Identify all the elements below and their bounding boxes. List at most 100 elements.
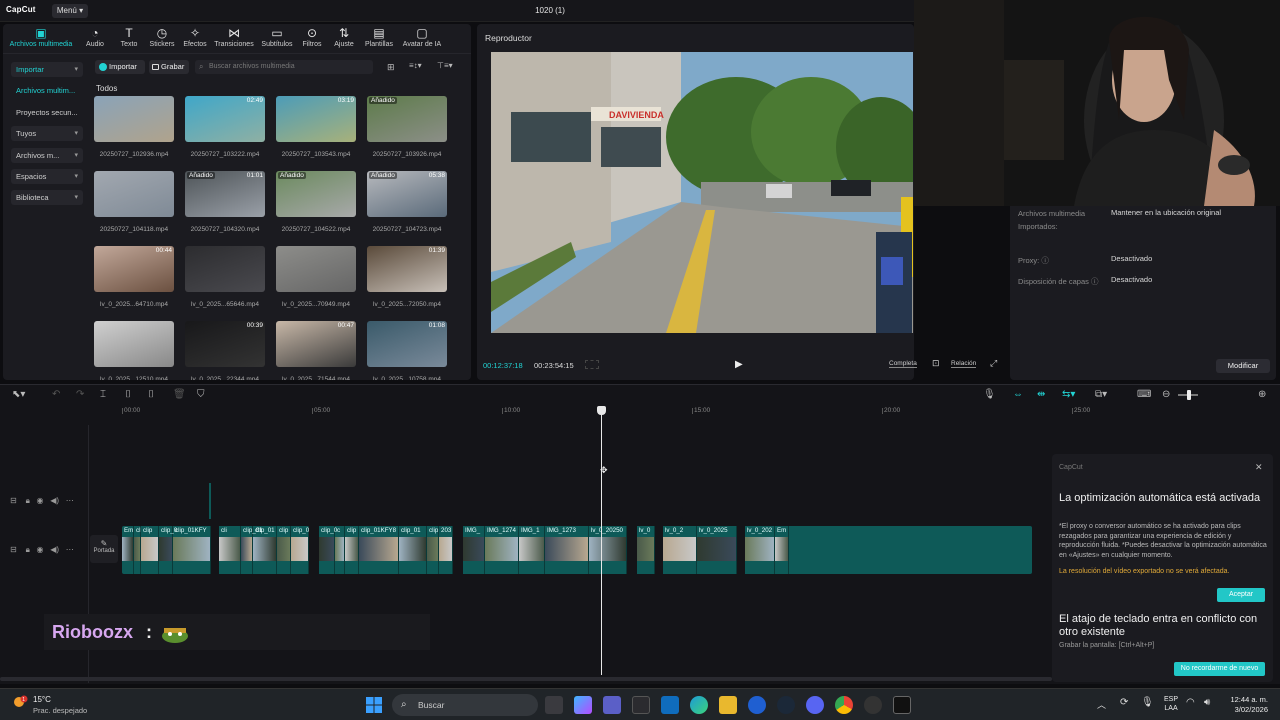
chrome-icon[interactable] [835,696,853,714]
timeline-clip[interactable]: c [335,526,345,574]
windows-start-icon[interactable] [366,697,382,713]
timecode-format-icon[interactable] [585,360,599,369]
tab-avatar-ia[interactable]: ▢ Avatar de IA [397,27,447,48]
tab-archivos-multimedia[interactable]: ▣ Archivos multimedia [3,27,79,48]
modify-button[interactable]: Modificar [1216,359,1270,373]
no-remind-button[interactable]: No recordarme de nuevo [1174,662,1265,676]
prop-value-capas[interactable]: Desactivado [1111,275,1152,284]
timeline-clip[interactable]: clip_01 [399,526,427,574]
sidebar-item-archivos-multimedia[interactable]: Archivos multim... [11,83,83,98]
horizontal-scrollbar[interactable] [0,677,1052,681]
speaker-icon[interactable]: ◀) [50,496,59,505]
timeline-clip[interactable]: clip_0 [319,526,337,574]
overlay-track-marker[interactable] [209,483,211,519]
media-thumbnail[interactable]: 00:39 [185,321,265,367]
outlook-icon[interactable] [661,696,679,714]
marker-icon[interactable]: ⛉ [197,389,205,400]
main-video-track[interactable]: Em cl clip clip_0 clip_01KFY cli clip_01 clip_0… [122,526,1032,574]
split-right-icon[interactable]: ⌷ [148,389,154,400]
volume-icon[interactable]: 🔊︎ [1204,697,1210,708]
undo-icon[interactable]: ↶ [52,389,60,400]
timeline-clip[interactable]: clip_0 [291,526,309,574]
vpn-icon[interactable] [748,696,766,714]
redo-icon[interactable]: ↷ [76,389,84,400]
auto-reframe-icon[interactable]: ⧉▾ [1095,389,1107,400]
media-thumbnail[interactable] [94,171,174,217]
media-thumbnail[interactable] [185,246,265,292]
sidebar-item-tuyos[interactable]: Tuyos ▾ [11,126,83,141]
sidebar-item-proyectos-secundarios[interactable]: Proyectos secun... [11,105,83,120]
grid-view-icon[interactable]: ⊞ [387,62,397,72]
file-explorer-icon[interactable] [719,696,737,714]
record-button[interactable]: Grabar [149,60,189,74]
zoom-in-icon[interactable]: ⊕ [1258,389,1266,400]
mic-tray-icon[interactable]: 🎙 [1141,697,1154,708]
time-ruler[interactable]: 00:00 05:00 10:00 15:00 20:00 25:00 [121,407,1272,417]
media-thumbnail[interactable]: Añadido 01:01 [185,171,265,217]
timeline-clip[interactable]: Em [122,526,134,574]
timeline-clip[interactable]: clip [345,526,359,574]
tab-efectos[interactable]: ✧ Efectos [175,27,215,48]
chevron-up-icon[interactable]: ︿ [1097,698,1106,711]
caption-icon[interactable]: ⌨ [1137,389,1151,400]
media-thumbnail[interactable] [94,96,174,142]
timeline-clip[interactable]: clip_01 [253,526,277,574]
sidebar-item-archivos-m[interactable]: Archivos m... ▾ [11,148,83,163]
timeline-clip[interactable]: clip [427,526,439,574]
timeline-clip[interactable]: lv_0 [637,526,655,574]
sync-icon[interactable]: ⟳ [1120,697,1128,708]
timeline-clip[interactable]: IMG_1274 [485,526,519,574]
tab-transiciones[interactable]: ⋈ Transiciones [214,27,254,48]
media-thumbnail[interactable]: 00:47 [276,321,356,367]
more-icon[interactable]: ⋯ [66,496,74,505]
timeline-clip[interactable]: cli [219,526,241,574]
playhead-handle[interactable] [597,406,606,415]
track-toggle-icon[interactable]: ⊟ [10,496,17,505]
media-thumbnail[interactable]: Añadido [367,96,447,142]
media-thumbnail[interactable]: 00:44 [94,246,174,292]
sidebar-item-biblioteca[interactable]: Biblioteca ▾ [11,190,83,205]
prop-value-proxy[interactable]: Desactivado [1111,254,1152,263]
more-icon[interactable]: ⋯ [66,545,74,554]
copilot-icon[interactable] [574,696,592,714]
timeline-clip[interactable]: lv_0_202 [745,526,775,574]
media-thumbnail[interactable]: Añadido [276,171,356,217]
video-preview[interactable]: DAVIVIENDA [491,52,913,333]
import-button[interactable]: Importar [95,60,145,74]
timeline-clip[interactable]: lv_0_20250 [589,526,627,574]
zoom-out-icon[interactable]: ⊖ [1162,389,1170,400]
media-search-input[interactable]: ⌕ Buscar archivos multimedia [195,60,373,74]
timeline-clip[interactable]: Em [775,526,789,574]
timeline-clip[interactable]: lv_0_2025 [697,526,737,574]
capcut-taskbar-icon[interactable] [893,696,911,714]
microphone-icon[interactable]: 🎙 [983,389,996,400]
media-thumbnail[interactable]: 02:49 [185,96,265,142]
media-thumbnail[interactable]: 03:19 [276,96,356,142]
filter-icon[interactable]: ⊤≡▾ [437,61,455,73]
weather-icon[interactable]: 1 [12,695,28,709]
media-thumbnail[interactable] [276,246,356,292]
timeline-clip[interactable]: lv_0_2 [663,526,697,574]
timeline-clip[interactable]: clip [277,526,291,574]
menu-button[interactable]: Menú ▾ [52,4,88,18]
timeline-clip[interactable]: clip_01KFY [173,526,211,574]
taskbar-search[interactable]: ⌕ Buscar [392,694,538,716]
delete-icon[interactable]: 🗑 [173,389,186,400]
prop-value-archivos[interactable]: Mantener en la ubicación original [1111,208,1221,217]
preview-axis-icon[interactable]: ⇆▾ [1062,389,1075,400]
timeline-clip[interactable]: clip_01 [241,526,263,574]
timeline-clip[interactable]: clip_01KFY8 [359,526,399,574]
play-icon[interactable]: ▶ [735,359,743,370]
split-left-icon[interactable]: ⌷ [125,389,131,400]
tab-ajuste[interactable]: ⇅ Ajuste [324,27,364,48]
split-icon[interactable]: ⌶ [100,389,106,400]
media-thumbnail[interactable]: 01:08 [367,321,447,367]
discord-icon[interactable] [806,696,824,714]
link-clips-icon[interactable]: ⇔ [1013,389,1023,400]
media-thumbnail[interactable]: 01:39 [367,246,447,292]
lock-icon[interactable]: 🔒︎ [26,496,30,505]
full-button[interactable]: Completa [889,360,917,368]
edge-icon[interactable] [690,696,708,714]
wifi-icon[interactable]: ◠ [1186,697,1195,708]
sidebar-item-espacios[interactable]: Espacios ▾ [11,169,83,184]
